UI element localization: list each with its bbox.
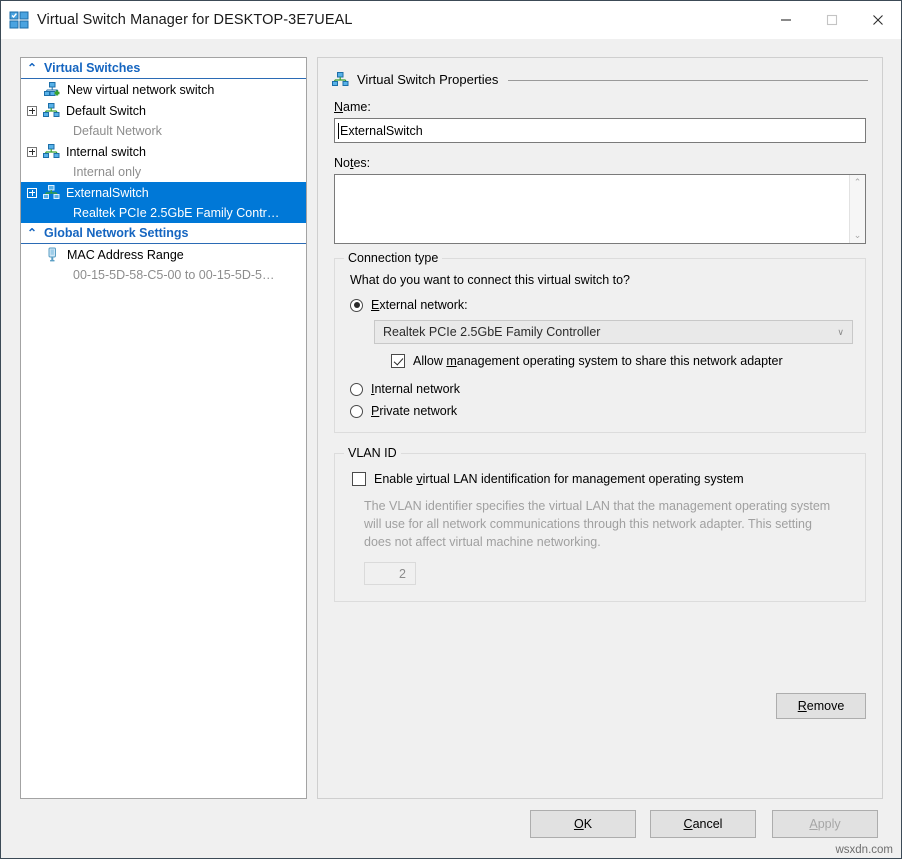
virtual-switch-manager-window: Virtual Switch Manager for DESKTOP-3E7UE… [0,0,902,859]
tree-section-label: Global Network Settings [44,226,188,240]
vlan-id-input[interactable]: 2 [364,562,416,585]
cancel-button-label: Cancel [684,817,723,831]
radio-button-icon[interactable] [350,383,363,396]
window-title: Virtual Switch Manager for DESKTOP-3E7UE… [37,12,353,28]
header-divider [508,80,868,81]
dialog-body: ⌃ Virtual Switches New virtual network s… [1,39,901,858]
external-adapter-value: Realtek PCIe 2.5GbE Family Controller [383,325,600,339]
tree-section-label: Virtual Switches [44,61,140,75]
radio-button-icon[interactable] [350,299,363,312]
notes-textarea[interactable]: ⌃ ⌄ [334,174,866,244]
scroll-up-icon[interactable]: ⌃ [854,178,862,187]
tree-item-sublabel: 00-15-5D-58-C5-00 to 00-15-5D-5… [21,268,274,282]
checkbox-icon[interactable] [391,354,405,368]
dialog-footer: OK Cancel Apply wsxdn.com [1,798,901,858]
tree-section-global-network-settings[interactable]: ⌃ Global Network Settings [21,223,306,244]
radio-internal-network[interactable]: Internal network [350,382,853,396]
radio-button-icon[interactable] [350,405,363,418]
connection-type-title: Connection type [344,251,442,265]
remove-button-label: Remove [798,699,845,713]
tree-section-virtual-switches[interactable]: ⌃ Virtual Switches [21,58,306,79]
external-adapter-dropdown[interactable]: Realtek PCIe 2.5GbE Family Controller ∨ [374,320,853,344]
vlan-id-title: VLAN ID [344,446,401,460]
chevron-up-icon[interactable]: ⌃ [27,227,44,239]
tree-item-label: Default Switch [66,104,146,118]
tree-item-new-virtual-network-switch[interactable]: New virtual network switch [21,79,306,100]
enable-vlan-label: Enable virtual LAN identification for ma… [374,472,744,486]
checkbox-icon[interactable] [352,472,366,486]
tree-item-label: New virtual network switch [67,83,214,97]
expander-plus-icon[interactable] [27,106,37,116]
radio-label: Private network [371,404,457,418]
tree-item-sublabel: Internal only [21,165,141,179]
expander-plus-icon[interactable] [27,188,37,198]
virtual-switch-icon [43,144,60,159]
notes-label: Notes: [334,156,882,170]
tree-item-label: Internal switch [66,145,146,159]
window-controls [763,1,901,39]
enable-vlan-checkbox-row[interactable]: Enable virtual LAN identification for ma… [352,472,853,486]
tree-item-externalswitch-sublabel-row: Realtek PCIe 2.5GbE Family Contr… [21,203,306,223]
radio-label: Internal network [371,382,460,396]
ok-button[interactable]: OK [530,810,636,838]
minimize-button[interactable] [763,1,809,39]
remove-button[interactable]: Remove [776,693,866,719]
allow-management-os-checkbox-row[interactable]: Allow management operating system to sha… [391,354,853,368]
title-bar: Virtual Switch Manager for DESKTOP-3E7UE… [1,1,901,39]
tree-item-mac-address-range[interactable]: MAC Address Range [21,244,306,265]
switch-name-input[interactable]: ExternalSwitch [334,118,866,143]
tree-item-internal-switch-sublabel-row: Internal only [21,162,306,182]
close-button[interactable] [855,1,901,39]
virtual-switch-icon [43,185,60,200]
cancel-button[interactable]: Cancel [650,810,756,838]
tree-item-default-switch[interactable]: Default Switch [21,100,306,121]
vlan-id-value: 2 [399,567,406,581]
vlan-description: The VLAN identifier specifies the virtua… [364,498,834,551]
allow-management-os-label: Allow management operating system to sha… [413,354,783,368]
ok-button-label: OK [574,817,592,831]
notes-scrollbar[interactable]: ⌃ ⌄ [849,175,865,243]
apply-button[interactable]: Apply [772,810,878,838]
watermark: wsxdn.com [835,844,893,856]
switch-properties-panel: Virtual Switch Properties Name: External… [317,57,883,799]
network-adapter-icon [44,247,61,262]
switch-name-value: ExternalSwitch [340,124,423,138]
tree-item-default-switch-sublabel-row: Default Network [21,121,306,141]
maximize-button[interactable] [809,1,855,39]
virtual-switches-tree[interactable]: ⌃ Virtual Switches New virtual network s… [20,57,307,799]
tree-item-internal-switch[interactable]: Internal switch [21,141,306,162]
panel-splitter[interactable] [311,57,315,799]
tree-item-label: MAC Address Range [67,248,184,262]
tree-item-externalswitch[interactable]: ExternalSwitch [21,182,306,203]
name-label: Name: [334,100,882,114]
properties-header: Virtual Switch Properties [332,72,868,87]
chevron-up-icon[interactable]: ⌃ [27,62,44,74]
expander-plus-icon[interactable] [27,147,37,157]
new-virtual-switch-icon [44,82,61,97]
virtual-switch-icon [332,72,349,87]
properties-header-title: Virtual Switch Properties [357,72,498,87]
tree-item-label: ExternalSwitch [66,186,149,200]
connection-type-group: Connection type What do you want to conn… [334,258,866,433]
apply-button-label: Apply [809,817,840,831]
notes-text[interactable] [335,175,849,243]
virtual-switch-icon [43,103,60,118]
connection-type-question: What do you want to connect this virtual… [350,273,853,287]
radio-private-network[interactable]: Private network [350,404,853,418]
radio-label: External network: [371,298,468,312]
scroll-down-icon[interactable]: ⌄ [854,231,862,240]
tree-item-mac-address-range-sublabel-row: 00-15-5D-58-C5-00 to 00-15-5D-5… [21,265,306,285]
tree-item-sublabel: Default Network [21,124,162,138]
tree-item-sublabel: Realtek PCIe 2.5GbE Family Contr… [21,206,279,220]
radio-external-network[interactable]: External network: [350,298,853,312]
vlan-id-group: VLAN ID Enable virtual LAN identificatio… [334,453,866,602]
chevron-down-icon[interactable]: ∨ [837,327,844,338]
virtual-switch-manager-icon [8,9,30,31]
